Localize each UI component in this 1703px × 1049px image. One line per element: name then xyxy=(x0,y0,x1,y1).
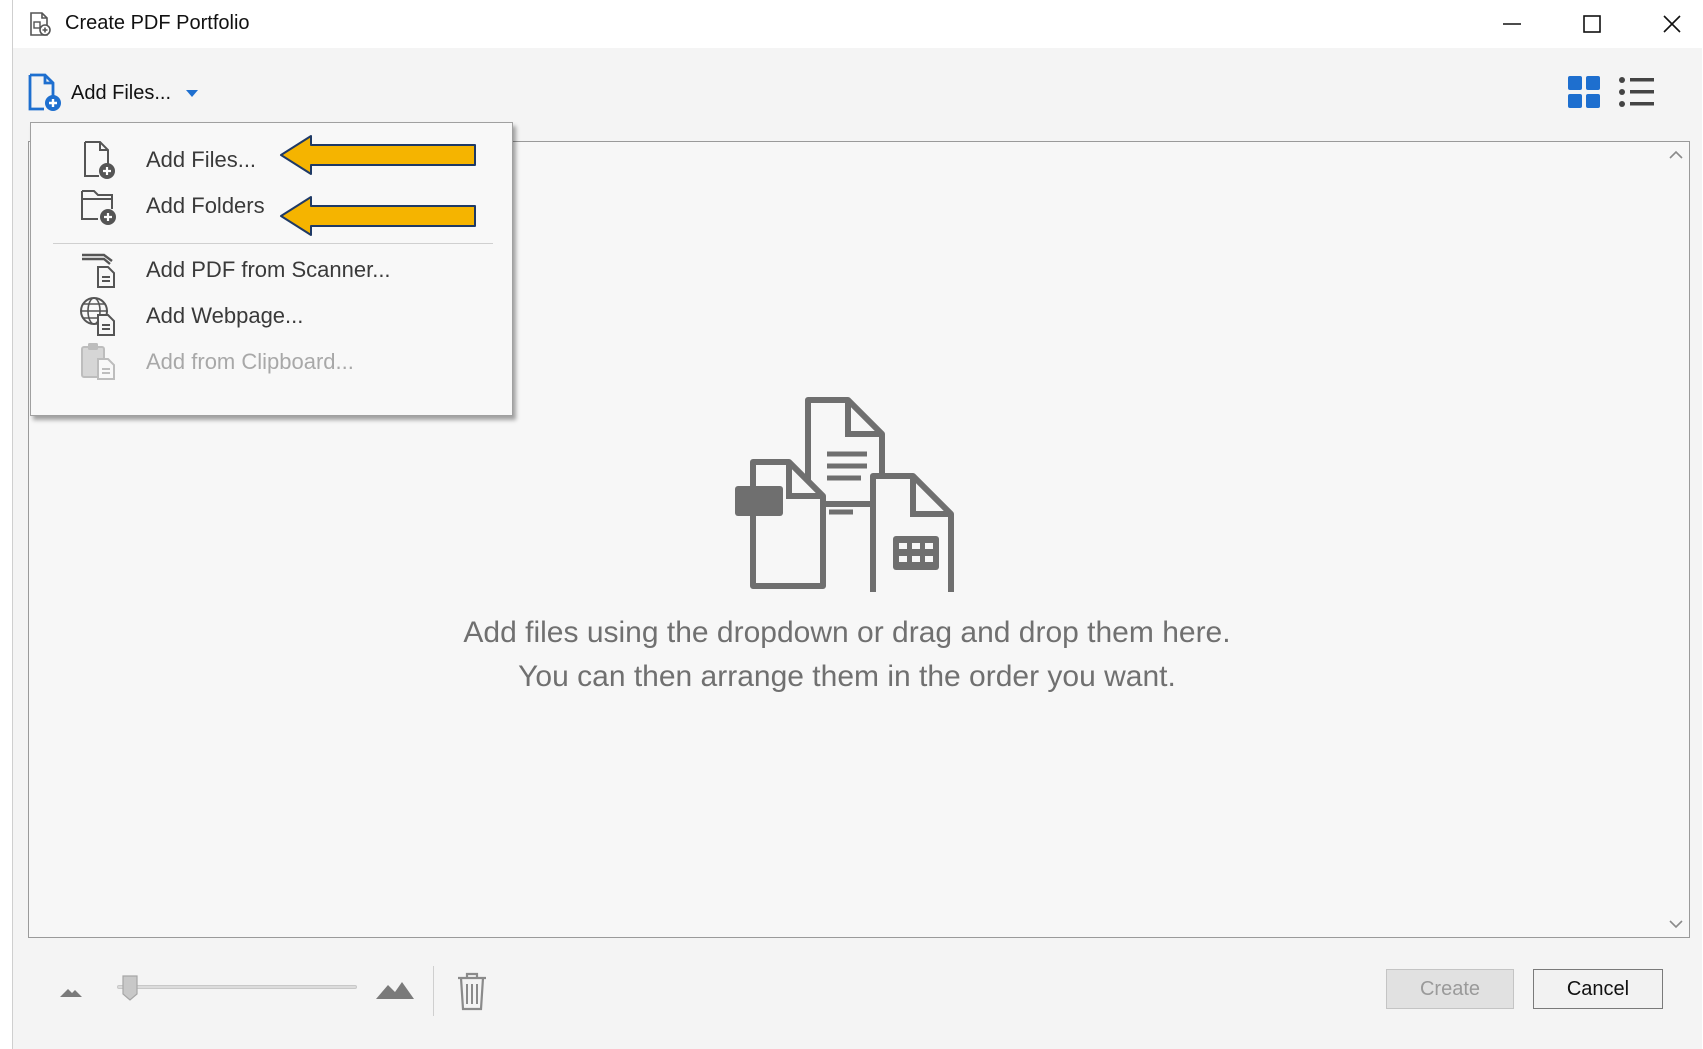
thumbnail-size-slider[interactable] xyxy=(117,985,357,989)
scanner-icon xyxy=(82,253,115,288)
scroll-down-icon[interactable] xyxy=(1669,919,1683,929)
menu-item-label: Add from Clipboard... xyxy=(146,349,354,374)
maximize-button[interactable] xyxy=(1552,0,1632,48)
annotation-arrow-add-files xyxy=(280,135,476,175)
empty-state-line-1: Add files using the dropdown or drag and… xyxy=(463,616,1231,649)
divider xyxy=(433,966,434,1016)
vertical-scrollbar[interactable] xyxy=(1663,142,1689,937)
close-button[interactable] xyxy=(1632,0,1703,48)
menu-item-add-webpage[interactable]: Add Webpage... xyxy=(31,293,512,339)
trash-icon[interactable] xyxy=(455,970,489,1012)
maximize-icon xyxy=(1583,15,1601,33)
menu-item-label: Add Webpage... xyxy=(146,303,304,328)
add-files-label: Add Files... xyxy=(71,81,172,104)
add-file-icon xyxy=(28,73,61,111)
minimize-icon xyxy=(1503,23,1521,25)
menu-item-add-from-clipboard: Add from Clipboard... xyxy=(31,339,512,385)
close-icon xyxy=(1663,15,1681,33)
webpage-icon xyxy=(80,297,115,336)
list-view-icon[interactable] xyxy=(1618,74,1656,110)
title-bar: Create PDF Portfolio xyxy=(13,0,1702,48)
menu-item-label: Add Files... xyxy=(146,147,257,172)
portfolio-icon xyxy=(30,12,51,36)
add-files-dropdown-button[interactable]: Add Files... xyxy=(27,70,217,116)
empty-state-line-2: You can then arrange them in the order y… xyxy=(518,660,1176,693)
menu-separator xyxy=(53,243,493,244)
menu-item-label: Add Folders xyxy=(146,193,265,218)
minimize-button[interactable] xyxy=(1472,0,1552,48)
window-title: Create PDF Portfolio xyxy=(65,12,250,34)
cancel-button[interactable]: Cancel xyxy=(1533,969,1663,1009)
create-pdf-portfolio-dialog: Create PDF Portfolio Add Files... Add fi… xyxy=(12,0,1702,1049)
slider-thumb[interactable] xyxy=(121,974,139,1002)
chevron-down-icon xyxy=(186,90,199,97)
add-file-icon xyxy=(84,141,115,179)
grid-view-icon[interactable] xyxy=(1566,74,1602,110)
thumbnail-small-icon[interactable] xyxy=(59,984,83,998)
menu-item-label: Add PDF from Scanner... xyxy=(146,257,391,282)
add-folder-icon xyxy=(81,190,116,225)
clipboard-icon xyxy=(81,343,115,380)
menu-item-add-pdf-from-scanner[interactable]: Add PDF from Scanner... xyxy=(31,247,512,293)
annotation-arrow-add-folders xyxy=(280,196,476,236)
thumbnail-large-icon[interactable] xyxy=(375,976,415,1000)
create-button[interactable]: Create xyxy=(1386,969,1514,1009)
documents-illustration-icon xyxy=(735,397,954,592)
scroll-up-icon[interactable] xyxy=(1669,150,1683,160)
